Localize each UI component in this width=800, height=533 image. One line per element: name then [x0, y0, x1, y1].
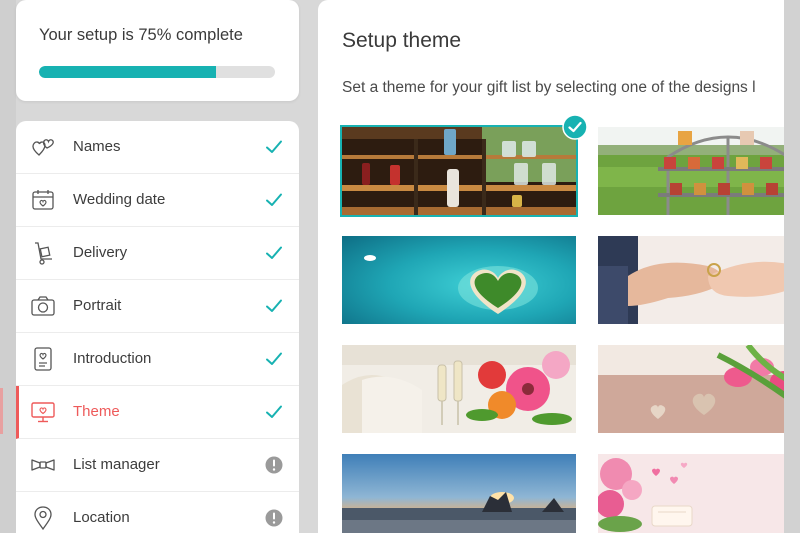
monitor-theme-icon	[31, 402, 55, 423]
check-icon	[266, 193, 282, 206]
delivery-trolley-icon	[35, 242, 52, 265]
step-introduction[interactable]: Introduction	[16, 333, 299, 386]
bar-shelves-image	[342, 127, 576, 215]
hearts-icon	[32, 139, 54, 156]
garden-cake-stand-image	[598, 127, 784, 215]
step-label: Wedding date	[73, 191, 166, 208]
step-theme[interactable]: Theme	[16, 386, 299, 439]
theme-option-bar-shelves[interactable]	[340, 125, 578, 217]
step-label: Names	[73, 138, 121, 155]
setup-progress-text: Your setup is 75% complete	[39, 26, 243, 44]
camera-icon	[31, 296, 55, 316]
check-icon	[266, 246, 282, 259]
step-location[interactable]: Location	[16, 492, 299, 533]
step-list-manager[interactable]: List manager	[16, 439, 299, 492]
sunset-beach-image	[342, 454, 576, 533]
setup-steps-list: Names Wedding date Delivery Portrait Int…	[16, 121, 299, 533]
step-label: Portrait	[73, 297, 122, 314]
setup-progress-card: Your setup is 75% complete	[16, 0, 299, 101]
theme-option-roses-hearts[interactable]	[598, 454, 784, 533]
step-label: Delivery	[73, 244, 128, 261]
calendar-icon	[32, 190, 54, 210]
location-pin-icon	[34, 506, 52, 531]
info-icon	[265, 456, 283, 474]
check-icon	[266, 299, 282, 312]
intro-card-icon	[34, 347, 52, 371]
theme-option-tulips-hearts[interactable]	[598, 345, 784, 433]
step-label: Location	[73, 509, 130, 526]
check-icon	[266, 352, 282, 365]
champagne-flowers-image	[342, 345, 576, 433]
theme-option-garden-cake-stand[interactable]	[598, 127, 784, 215]
theme-panel: Setup theme Set a theme for your gift li…	[318, 0, 784, 533]
bow-tie-icon	[31, 459, 55, 471]
step-names[interactable]: Names	[16, 121, 299, 174]
theme-option-heart-island[interactable]	[342, 236, 576, 324]
check-icon	[266, 140, 282, 153]
tulips-hearts-image	[598, 345, 784, 433]
step-label: List manager	[73, 456, 160, 473]
check-icon	[266, 405, 282, 418]
setup-progress-fill	[39, 66, 216, 78]
setup-progress-bar	[39, 66, 275, 78]
page-title: Setup theme	[342, 29, 462, 52]
background-left	[0, 0, 16, 533]
background-accent	[0, 388, 3, 434]
step-portrait[interactable]: Portrait	[16, 280, 299, 333]
step-label: Introduction	[73, 350, 152, 367]
theme-option-champagne-flowers[interactable]	[342, 345, 576, 433]
selected-check-icon	[562, 114, 588, 140]
background-right	[784, 0, 800, 533]
theme-option-hands-ring[interactable]	[598, 236, 784, 324]
heart-island-image	[342, 236, 576, 324]
roses-hearts-image	[598, 454, 784, 533]
step-label: Theme	[73, 403, 120, 420]
step-delivery[interactable]: Delivery	[16, 227, 299, 280]
info-icon	[265, 509, 283, 527]
step-wedding-date[interactable]: Wedding date	[16, 174, 299, 227]
theme-option-sunset-beach[interactable]	[342, 454, 576, 533]
page-subtitle: Set a theme for your gift list by select…	[342, 79, 756, 96]
hands-ring-image	[598, 236, 784, 324]
